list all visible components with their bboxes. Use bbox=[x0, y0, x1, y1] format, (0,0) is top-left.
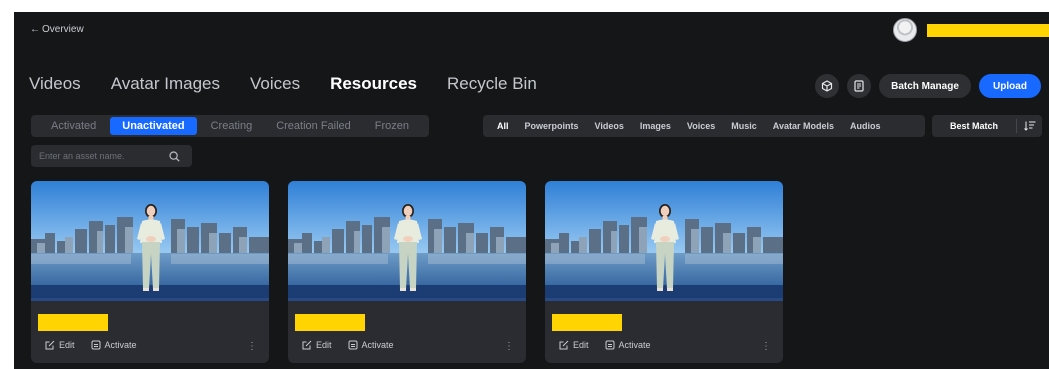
asset-thumbnail[interactable] bbox=[545, 181, 783, 301]
edit-icon bbox=[45, 340, 55, 350]
redacted-asset-title bbox=[552, 314, 622, 331]
activate-label: Activate bbox=[104, 340, 137, 350]
edit-label: Edit bbox=[59, 340, 75, 350]
search-input[interactable] bbox=[31, 151, 165, 161]
type-tab-powerpoints[interactable]: Powerpoints bbox=[517, 121, 587, 131]
status-tab-unactivated[interactable]: Unactivated bbox=[110, 117, 197, 135]
edit-label: Edit bbox=[573, 340, 589, 350]
cube-icon[interactable] bbox=[815, 74, 839, 98]
activate-button[interactable]: Activate bbox=[605, 340, 651, 350]
status-tab-creating[interactable]: Creating bbox=[199, 117, 265, 135]
user-menu[interactable] bbox=[893, 18, 1049, 42]
activate-button[interactable]: Activate bbox=[348, 340, 394, 350]
sort-dropdown[interactable]: Best Match bbox=[932, 121, 1016, 131]
status-tab-activated[interactable]: Activated bbox=[39, 117, 108, 135]
type-tab-images[interactable]: Images bbox=[632, 121, 679, 131]
redacted-asset-title bbox=[38, 314, 108, 331]
activate-button[interactable]: Activate bbox=[91, 340, 137, 350]
asset-card: Edit Activate ⋮ bbox=[31, 181, 269, 363]
card-actions: Edit Activate ⋮ bbox=[559, 338, 771, 352]
type-tab-audios[interactable]: Audios bbox=[842, 121, 889, 131]
asset-card: Edit Activate ⋮ bbox=[545, 181, 783, 363]
back-label: Overview bbox=[42, 24, 84, 35]
type-tab-voices[interactable]: Voices bbox=[679, 121, 723, 131]
more-options-icon[interactable]: ⋮ bbox=[761, 338, 771, 352]
tab-resources[interactable]: Resources bbox=[330, 74, 417, 94]
asset-thumbnail[interactable] bbox=[288, 181, 526, 301]
more-options-icon[interactable]: ⋮ bbox=[247, 338, 257, 352]
type-tab-all[interactable]: All bbox=[489, 121, 517, 131]
asset-card: Edit Activate ⋮ bbox=[288, 181, 526, 363]
edit-icon bbox=[302, 340, 312, 350]
redacted-username bbox=[927, 23, 1049, 37]
activate-label: Activate bbox=[618, 340, 651, 350]
type-tab-music[interactable]: Music bbox=[723, 121, 765, 131]
search-icon[interactable] bbox=[169, 150, 180, 162]
resources-page: ← Overview Videos Avatar Images Voices R… bbox=[14, 12, 1049, 369]
upload-button[interactable]: Upload bbox=[979, 74, 1041, 98]
tab-recycle-bin[interactable]: Recycle Bin bbox=[447, 74, 537, 94]
edit-label: Edit bbox=[316, 340, 332, 350]
asset-thumbnail[interactable] bbox=[31, 181, 269, 301]
edit-button[interactable]: Edit bbox=[45, 340, 75, 350]
sort-control: Best Match bbox=[932, 115, 1042, 137]
batch-manage-button[interactable]: Batch Manage bbox=[879, 74, 971, 98]
card-actions: Edit Activate ⋮ bbox=[302, 338, 514, 352]
edit-button[interactable]: Edit bbox=[302, 340, 332, 350]
more-options-icon[interactable]: ⋮ bbox=[504, 338, 514, 352]
main-tabs: Videos Avatar Images Voices Resources Re… bbox=[29, 74, 567, 94]
search-box bbox=[31, 145, 192, 167]
activate-icon bbox=[91, 340, 101, 350]
arrow-left-icon: ← bbox=[30, 24, 40, 35]
activate-label: Activate bbox=[361, 340, 394, 350]
activate-icon bbox=[348, 340, 358, 350]
status-tab-frozen[interactable]: Frozen bbox=[363, 117, 421, 135]
avatar[interactable] bbox=[893, 18, 917, 42]
sort-order-icon[interactable] bbox=[1017, 121, 1042, 131]
back-to-overview-link[interactable]: ← Overview bbox=[30, 24, 84, 35]
activate-icon bbox=[605, 340, 615, 350]
top-actions: Batch Manage Upload bbox=[815, 74, 1041, 98]
tab-avatar-images[interactable]: Avatar Images bbox=[111, 74, 220, 94]
edit-icon bbox=[559, 340, 569, 350]
tab-videos[interactable]: Videos bbox=[29, 74, 81, 94]
edit-button[interactable]: Edit bbox=[559, 340, 589, 350]
type-tab-avatar-models[interactable]: Avatar Models bbox=[765, 121, 842, 131]
status-tab-creation-failed[interactable]: Creation Failed bbox=[264, 117, 363, 135]
document-icon[interactable] bbox=[847, 74, 871, 98]
card-actions: Edit Activate ⋮ bbox=[45, 338, 257, 352]
redacted-asset-title bbox=[295, 314, 365, 331]
status-filter-tabs: Activated Unactivated Creating Creation … bbox=[31, 115, 430, 137]
type-tab-videos[interactable]: Videos bbox=[587, 121, 632, 131]
tab-voices[interactable]: Voices bbox=[250, 74, 300, 94]
type-filter-tabs: All Powerpoints Videos Images Voices Mus… bbox=[483, 115, 925, 137]
